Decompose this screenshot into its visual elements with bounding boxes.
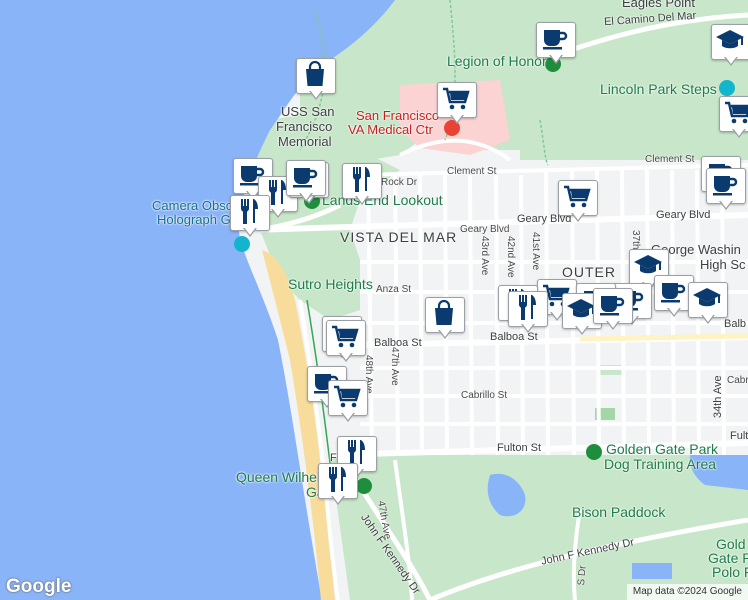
marker-cup[interactable]: [286, 160, 326, 204]
poi-queen-garden-icon[interactable]: [356, 478, 372, 494]
marker-fork[interactable]: [342, 163, 382, 207]
marker-cup[interactable]: [536, 22, 576, 66]
commercial-strip: [579, 333, 748, 342]
marker-cup[interactable]: [706, 168, 746, 212]
marker-fork[interactable]: [508, 291, 548, 335]
marker-school[interactable]: [688, 282, 728, 326]
marker-cup[interactable]: [593, 288, 633, 332]
pond: [632, 563, 672, 579]
marker-fork[interactable]: [230, 195, 270, 239]
marker-bag[interactable]: [425, 297, 465, 341]
marker-cart[interactable]: [437, 82, 477, 126]
marker-school[interactable]: [711, 24, 748, 68]
poi-lincoln-steps-icon[interactable]: [719, 80, 735, 96]
marker-cart[interactable]: [326, 320, 366, 364]
marker-bag[interactable]: [296, 58, 336, 102]
google-logo: Google: [6, 576, 72, 597]
marker-cart[interactable]: [328, 380, 368, 424]
golden-gate-park: [330, 455, 748, 600]
marker-cart[interactable]: [719, 96, 748, 140]
marker-fork[interactable]: [318, 463, 358, 507]
poi-dog-training-icon[interactable]: [586, 444, 602, 460]
map-attribution[interactable]: Map data ©2024 Google: [626, 584, 748, 600]
marker-cart[interactable]: [558, 180, 598, 224]
